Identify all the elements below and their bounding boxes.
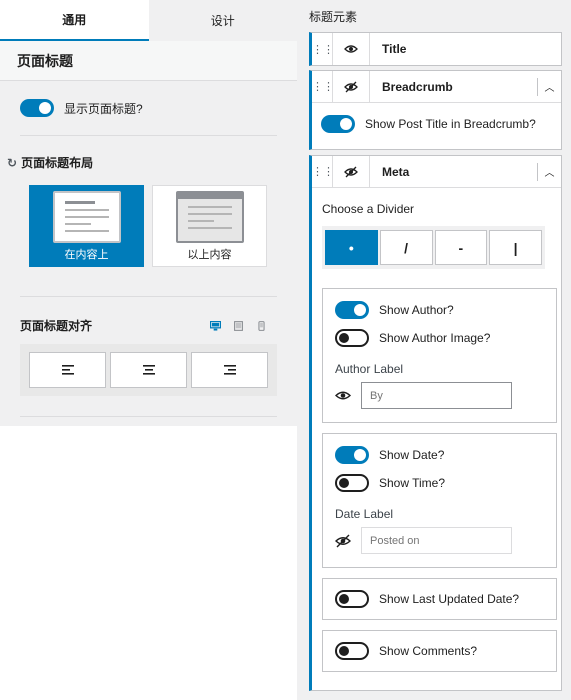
tab-design[interactable]: 设计 bbox=[149, 0, 298, 41]
show-author-toggle[interactable] bbox=[335, 301, 369, 319]
layout-thumb-icon bbox=[175, 191, 244, 243]
updated-settings-box: Show Last Updated Date? bbox=[322, 578, 557, 620]
layout-option-label: 在内容上 bbox=[64, 249, 109, 261]
eye-hidden-icon[interactable] bbox=[332, 71, 370, 102]
divider-dash-button[interactable]: - bbox=[434, 230, 488, 265]
date-label-title: Date Label bbox=[335, 507, 394, 521]
show-updated-label: Show Last Updated Date? bbox=[379, 592, 520, 606]
element-title: ⋮⋮ Title bbox=[309, 32, 562, 66]
element-breadcrumb: ⋮⋮ Breadcrumb ︿ Show Post Title in Bread… bbox=[309, 70, 562, 150]
mobile-icon[interactable] bbox=[256, 320, 267, 331]
author-settings-box: Show Author? Show Author Image? Author L… bbox=[322, 288, 557, 423]
comments-settings-box: Show Comments? bbox=[322, 630, 557, 672]
layout-options: 在内容上 以上内容 bbox=[0, 171, 297, 267]
show-time-label: Show Time? bbox=[379, 476, 446, 490]
divider-options: • / - | bbox=[322, 226, 545, 269]
chevron-up-icon[interactable]: ︿ bbox=[537, 162, 561, 181]
align-left-button[interactable] bbox=[29, 352, 106, 388]
show-title-toggle[interactable] bbox=[20, 99, 54, 117]
chevron-up-icon[interactable]: ︿ bbox=[537, 77, 561, 96]
show-author-image-toggle[interactable] bbox=[335, 329, 369, 347]
breadcrumb-post-title-toggle[interactable] bbox=[321, 115, 355, 133]
author-label-input[interactable] bbox=[361, 382, 512, 409]
align-left-icon bbox=[61, 365, 74, 375]
tablet-icon[interactable] bbox=[233, 320, 244, 331]
layout-option-label: 以上内容 bbox=[187, 249, 232, 261]
date-settings-box: Show Date? Show Time? Date Label bbox=[322, 433, 557, 568]
tab-bar: 通用 设计 bbox=[0, 0, 297, 41]
element-meta: ⋮⋮ Meta ︿ Choose a Divider • / - | Show … bbox=[309, 155, 562, 691]
align-right-icon bbox=[223, 365, 236, 375]
show-title-label: 显示页面标题? bbox=[64, 101, 143, 116]
date-label-input[interactable] bbox=[361, 527, 512, 554]
alignment-buttons bbox=[20, 344, 277, 396]
title-elements-panel: 标题元素 ⋮⋮ Title ⋮⋮ Breadcrumb ︿ Show Post … bbox=[297, 0, 571, 700]
divider-dot-button[interactable]: • bbox=[325, 230, 378, 265]
breadcrumb-post-title-label: Show Post Title in Breadcrumb? bbox=[365, 117, 536, 131]
element-breadcrumb-label: Breadcrumb bbox=[382, 79, 453, 94]
show-author-image-label: Show Author Image? bbox=[379, 331, 491, 345]
align-center-icon bbox=[142, 365, 155, 375]
drag-handle-icon[interactable]: ⋮⋮ bbox=[312, 165, 334, 178]
layout-option-in-content[interactable]: 在内容上 bbox=[29, 185, 144, 267]
page-title-settings-panel: 通用 设计 页面标题 显示页面标题? ↻ 页面标题布局 在内容上 以上内容 页面… bbox=[0, 0, 297, 426]
alignment-title: 页面标题对齐 bbox=[20, 319, 93, 333]
eye-hidden-icon[interactable] bbox=[335, 534, 351, 548]
divider-pipe-button[interactable]: | bbox=[489, 230, 542, 265]
divider bbox=[20, 416, 277, 417]
show-comments-label: Show Comments? bbox=[379, 644, 478, 658]
title-elements-header: 标题元素 bbox=[309, 10, 358, 24]
element-meta-label: Meta bbox=[382, 164, 410, 179]
layout-option-above-content[interactable]: 以上内容 bbox=[152, 185, 267, 267]
show-date-label: Show Date? bbox=[379, 448, 445, 462]
drag-handle-icon[interactable]: ⋮⋮ bbox=[312, 43, 334, 56]
show-date-toggle[interactable] bbox=[335, 446, 369, 464]
show-updated-toggle[interactable] bbox=[335, 590, 369, 608]
element-title-label: Title bbox=[382, 42, 407, 56]
divider-slash-button[interactable]: / bbox=[379, 230, 433, 265]
align-center-button[interactable] bbox=[110, 352, 187, 388]
tab-general[interactable]: 通用 bbox=[0, 0, 149, 41]
align-right-button[interactable] bbox=[191, 352, 268, 388]
eye-icon[interactable] bbox=[335, 390, 351, 401]
author-label-title: Author Label bbox=[335, 362, 404, 376]
panel-title: 页面标题 bbox=[0, 41, 297, 81]
reset-icon[interactable]: ↻ bbox=[7, 156, 17, 170]
show-author-label: Show Author? bbox=[379, 303, 454, 317]
desktop-icon[interactable] bbox=[210, 320, 221, 331]
show-time-toggle[interactable] bbox=[335, 474, 369, 492]
eye-hidden-icon[interactable] bbox=[332, 156, 370, 187]
show-comments-toggle[interactable] bbox=[335, 642, 369, 660]
divider-choice-label: Choose a Divider bbox=[322, 202, 415, 216]
eye-icon[interactable] bbox=[332, 33, 370, 65]
layout-title: 页面标题布局 bbox=[21, 156, 94, 170]
drag-handle-icon[interactable]: ⋮⋮ bbox=[312, 80, 334, 93]
layout-thumb-icon bbox=[52, 191, 121, 243]
